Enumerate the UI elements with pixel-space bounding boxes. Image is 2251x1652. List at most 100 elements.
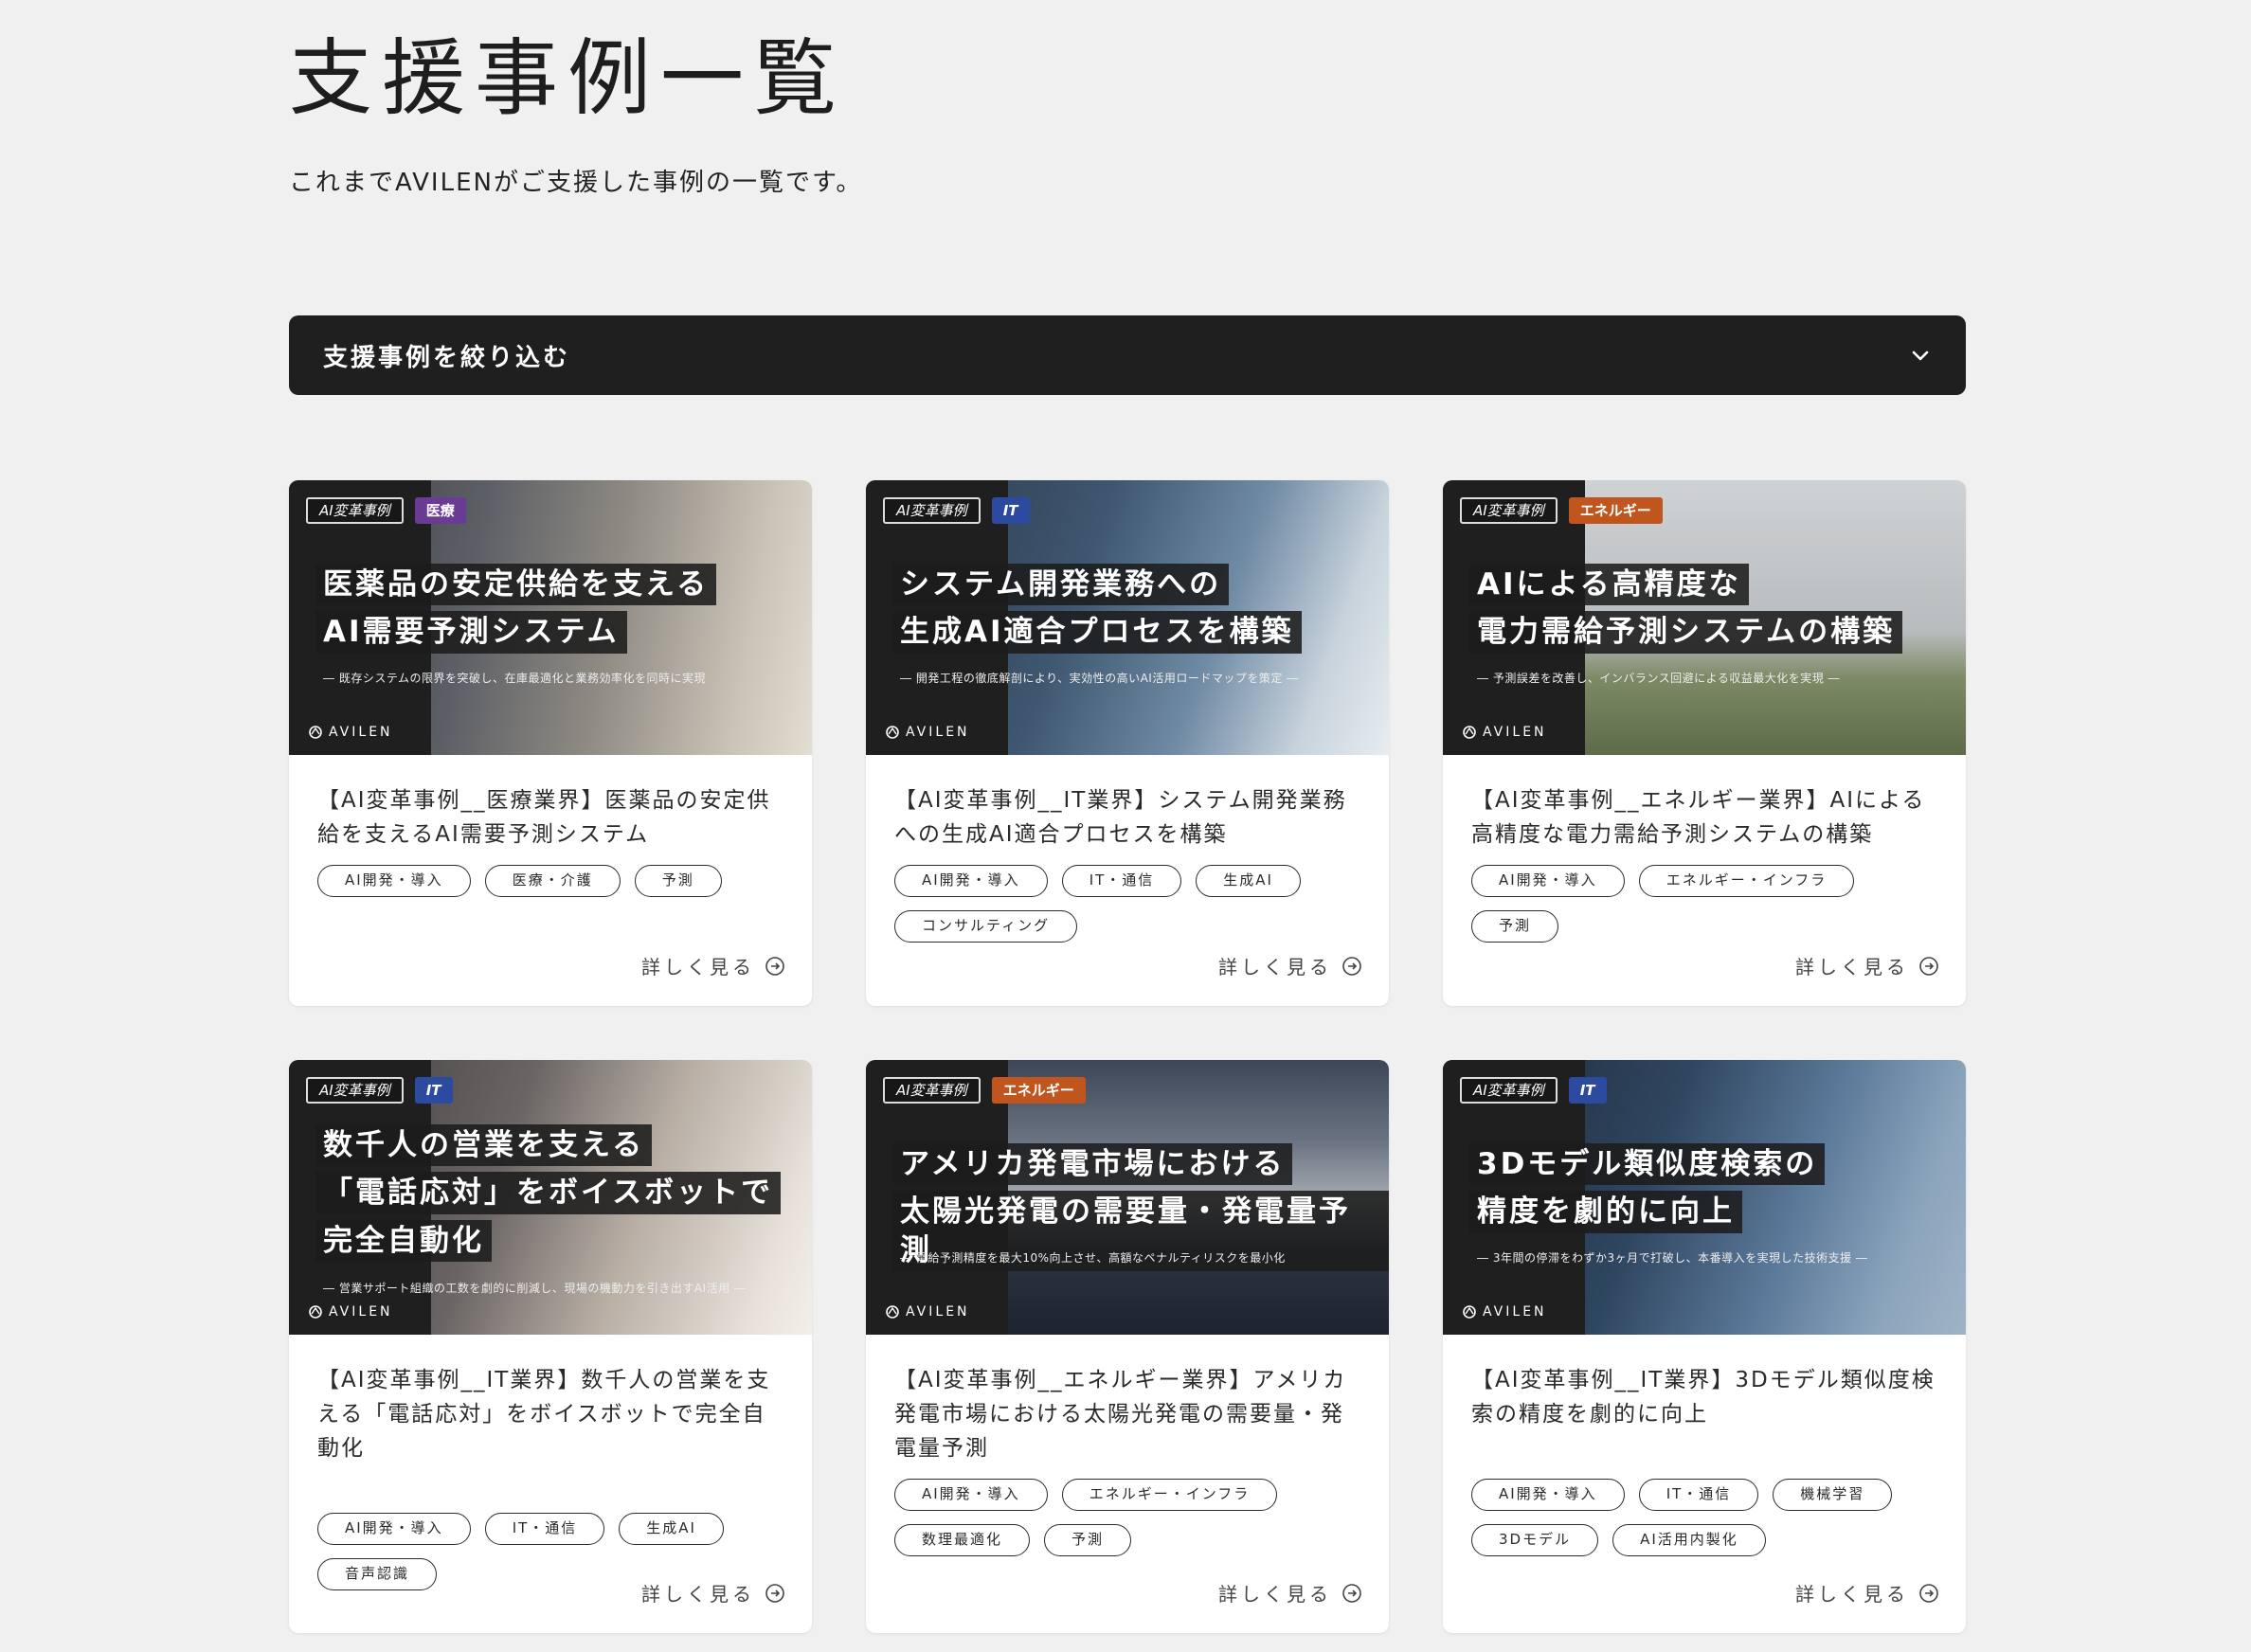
case-title[interactable]: 【AI変革事例__医療業界】医薬品の安定供給を支えるAI需要予測システム — [317, 783, 783, 852]
case-thumbnail: AI変革事例 IT システム開発業務への 生成AI適合プロセスを構築 ― 開発工… — [866, 480, 1389, 755]
headline-line: 精度を劇的に向上 — [1469, 1191, 1742, 1233]
read-more-link[interactable]: 詳しく見る — [641, 952, 785, 979]
case-title[interactable]: 【AI変革事例__エネルギー業界】アメリカ発電市場における太陽光発電の需要量・発… — [894, 1363, 1360, 1465]
tag[interactable]: AI開発・導入 — [317, 865, 471, 897]
headline-line: 3Dモデル類似度検索の — [1469, 1143, 1826, 1186]
headline-line: システム開発業務への — [892, 564, 1230, 606]
headline-line: 数千人の営業を支える — [315, 1124, 653, 1167]
filter-toggle[interactable]: 支援事例を絞り込む — [289, 315, 1966, 395]
industry-badge: IT — [1568, 1077, 1607, 1104]
brand-logo: AVILEN — [308, 1304, 393, 1320]
headline-subline: ― 既存システムの限界を突破し、在庫最適化と業務効率化を同時に実現 — [323, 672, 706, 685]
read-more-link[interactable]: 詳しく見る — [641, 1579, 785, 1607]
case-thumbnail: AI変革事例 エネルギー AIによる高精度な 電力需給予測システムの構築 ― 予… — [1443, 480, 1966, 755]
case-title[interactable]: 【AI変革事例__エネルギー業界】AIによる高精度な電力需給予測システムの構築 — [1471, 783, 1937, 852]
tag[interactable]: AI開発・導入 — [894, 865, 1048, 897]
tag[interactable]: AI活用内製化 — [1612, 1524, 1766, 1556]
tag[interactable]: IT・通信 — [1638, 1479, 1759, 1511]
headline-subline: ― 3年間の停滞をわずか3ヶ月で打破し、本番導入を実現した技術支援 ― — [1477, 1251, 1868, 1265]
read-more-link[interactable]: 詳しく見る — [1795, 1579, 1939, 1607]
brand-name: AVILEN — [1483, 725, 1547, 740]
read-more-label: 詳しく見る — [1795, 1583, 1909, 1606]
brand-logo: AVILEN — [1462, 725, 1547, 740]
tag[interactable]: 機械学習 — [1773, 1479, 1893, 1511]
arrow-circle-right-icon — [1919, 956, 1938, 976]
avilen-logo-icon — [309, 1305, 322, 1319]
tag[interactable]: エネルギー・インフラ — [1061, 1479, 1278, 1511]
headline-line: 電力需給予測システムの構築 — [1469, 611, 1903, 654]
industry-badge: IT — [414, 1077, 453, 1104]
tag-list: AI開発・導入 エネルギー・インフラ 数理最適化 予測 — [894, 1479, 1340, 1556]
case-grid: AI変革事例 医療 医薬品の安定供給を支える AI需要予測システム ― 既存シス… — [289, 480, 1966, 1633]
headline-subline: ― 予測誤差を改善し、インバランス回避による収益最大化を実現 ― — [1477, 672, 1841, 685]
tag[interactable]: AI開発・導入 — [1471, 865, 1625, 897]
tag[interactable]: 医療・介護 — [484, 865, 621, 897]
case-card[interactable]: AI変革事例 医療 医薬品の安定供給を支える AI需要予測システム ― 既存シス… — [289, 480, 812, 1006]
case-card[interactable]: AI変革事例 エネルギー アメリカ発電市場における 太陽光発電の需要量・発電量予… — [866, 1060, 1389, 1633]
headline-subline: ― 需給予測精度を最大10%向上させ、高額なペナルティリスクを最小化 — [900, 1251, 1286, 1265]
avilen-logo-icon — [886, 726, 899, 739]
brand-name: AVILEN — [1483, 1304, 1547, 1320]
read-more-label: 詳しく見る — [641, 1583, 755, 1606]
industry-badge: エネルギー — [991, 1077, 1086, 1104]
brand-logo: AVILEN — [885, 725, 970, 740]
read-more-link[interactable]: 詳しく見る — [1218, 952, 1362, 979]
tag[interactable]: AI開発・導入 — [894, 1479, 1048, 1511]
tag-list: AI開発・導入 IT・通信 生成AI コンサルティング — [894, 865, 1340, 943]
category-badge: AI変革事例 — [883, 1077, 981, 1104]
read-more-link[interactable]: 詳しく見る — [1218, 1579, 1362, 1607]
tag[interactable]: コンサルティング — [894, 910, 1078, 943]
tag[interactable]: IT・通信 — [1061, 865, 1182, 897]
read-more-label: 詳しく見る — [1218, 1583, 1332, 1606]
read-more-link[interactable]: 詳しく見る — [1795, 952, 1939, 979]
tag-list: AI開発・導入 医療・介護 予測 — [317, 865, 763, 897]
industry-badge: IT — [991, 497, 1030, 524]
avilen-logo-icon — [309, 726, 322, 739]
category-badge: AI変革事例 — [883, 497, 981, 524]
category-badge: AI変革事例 — [306, 1077, 404, 1104]
tag[interactable]: 3Dモデル — [1471, 1524, 1599, 1556]
headline-line: 生成AI適合プロセスを構築 — [892, 611, 1302, 654]
tag-list: AI開発・導入 エネルギー・インフラ 予測 — [1471, 865, 1917, 943]
headline-subline: ― 開発工程の徹底解剖により、実効性の高いAI活用ロードマップを策定 ― — [900, 672, 1299, 685]
brand-logo: AVILEN — [885, 1304, 970, 1320]
tag[interactable]: 予測 — [1044, 1524, 1132, 1556]
case-thumbnail: AI変革事例 エネルギー アメリカ発電市場における 太陽光発電の需要量・発電量予… — [866, 1060, 1389, 1335]
case-thumbnail: AI変革事例 IT 数千人の営業を支える 「電話応対」をボイスボットで 完全自動… — [289, 1060, 812, 1335]
brand-logo: AVILEN — [1462, 1304, 1547, 1320]
category-badge: AI変革事例 — [1460, 1077, 1558, 1104]
case-card[interactable]: AI変革事例 IT システム開発業務への 生成AI適合プロセスを構築 ― 開発工… — [866, 480, 1389, 1006]
tag[interactable]: 数理最適化 — [894, 1524, 1031, 1556]
page-lead: これまでAVILENがご支援した事例の一覧です。 — [289, 169, 863, 197]
case-card[interactable]: AI変革事例 IT 数千人の営業を支える 「電話応対」をボイスボットで 完全自動… — [289, 1060, 812, 1633]
headline-line: アメリカ発電市場における — [892, 1143, 1293, 1186]
tag[interactable]: エネルギー・インフラ — [1638, 865, 1855, 897]
avilen-logo-icon — [1463, 726, 1476, 739]
arrow-circle-right-icon — [1342, 956, 1361, 976]
case-title[interactable]: 【AI変革事例__IT業界】3Dモデル類似度検索の精度を劇的に向上 — [1471, 1363, 1937, 1431]
brand-name: AVILEN — [906, 725, 970, 740]
tag[interactable]: AI開発・導入 — [1471, 1479, 1625, 1511]
industry-badge: エネルギー — [1568, 497, 1663, 524]
avilen-logo-icon — [1463, 1305, 1476, 1319]
arrow-circle-right-icon — [1342, 1583, 1361, 1603]
chevron-down-icon — [1912, 350, 1929, 361]
read-more-label: 詳しく見る — [1795, 956, 1909, 979]
case-card[interactable]: AI変革事例 エネルギー AIによる高精度な 電力需給予測システムの構築 ― 予… — [1443, 480, 1966, 1006]
tag[interactable]: 予測 — [634, 865, 722, 897]
arrow-circle-right-icon — [765, 1583, 784, 1603]
headline-line: AIによる高精度な — [1469, 564, 1749, 606]
read-more-label: 詳しく見る — [641, 956, 755, 979]
case-title[interactable]: 【AI変革事例__IT業界】数千人の営業を支える「電話応対」をボイスボットで完全… — [317, 1363, 783, 1465]
case-card[interactable]: AI変革事例 IT 3Dモデル類似度検索の 精度を劇的に向上 ― 3年間の停滞を… — [1443, 1060, 1966, 1633]
case-title[interactable]: 【AI変革事例__IT業界】システム開発業務への生成AI適合プロセスを構築 — [894, 783, 1360, 852]
tag[interactable]: 生成AI — [1196, 865, 1301, 897]
case-thumbnail: AI変革事例 医療 医薬品の安定供給を支える AI需要予測システム ― 既存シス… — [289, 480, 812, 755]
tag[interactable]: IT・通信 — [484, 1513, 605, 1545]
category-badge: AI変革事例 — [1460, 497, 1558, 524]
tag[interactable]: 予測 — [1471, 910, 1559, 943]
tag-list: AI開発・導入 IT・通信 機械学習 3Dモデル AI活用内製化 — [1471, 1479, 1917, 1556]
tag[interactable]: 生成AI — [619, 1513, 724, 1545]
tag[interactable]: 音声認識 — [317, 1558, 438, 1590]
tag[interactable]: AI開発・導入 — [317, 1513, 471, 1545]
